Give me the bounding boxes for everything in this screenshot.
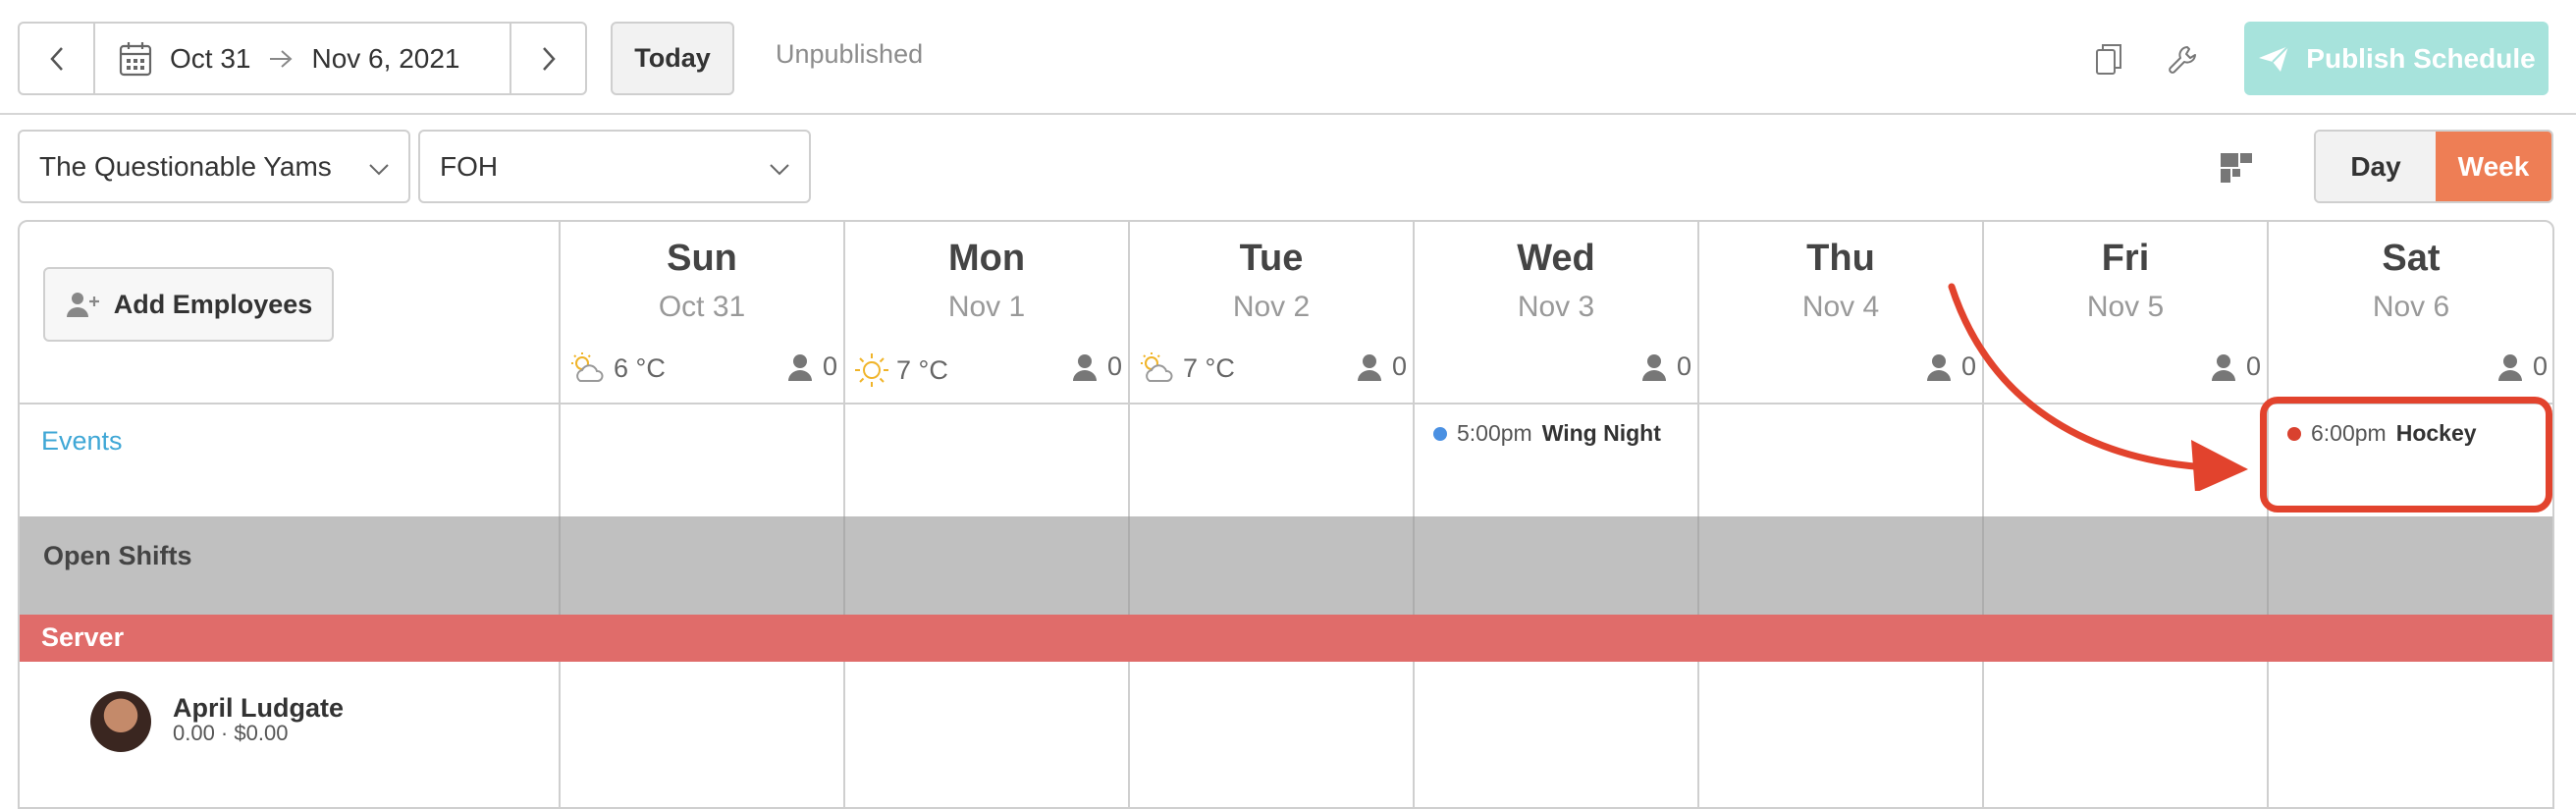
date-range-display[interactable]: Oct 31 Nov 6, 2021 — [95, 24, 510, 93]
events-link[interactable]: Events — [41, 426, 123, 457]
toolbar-divider — [0, 113, 2576, 115]
day-name: Sat — [2382, 238, 2441, 279]
publish-status: Unpublished — [776, 39, 924, 69]
person-icon — [787, 353, 812, 381]
day-header-mon[interactable]: Mon Nov 1 7 °C 0 — [845, 222, 1128, 401]
column-divider — [1413, 516, 1415, 615]
publish-schedule-button[interactable]: Publish Schedule — [2244, 22, 2549, 95]
day-date: Nov 6 — [2372, 291, 2450, 323]
day-name: Thu — [1806, 238, 1875, 279]
layout-toggle-button[interactable] — [2221, 153, 2252, 185]
day-header-sat[interactable]: Sat Nov 6 0 — [2269, 222, 2552, 401]
annotation-highlight-box — [2260, 397, 2552, 512]
copy-icon — [2096, 44, 2121, 75]
add-employees-label: Add Employees — [113, 289, 313, 319]
event-wing-night[interactable]: 5:00pm Wing Night — [1433, 420, 1661, 447]
person-icon — [1072, 353, 1097, 381]
add-user-icon — [66, 293, 99, 317]
annotation-arrow — [1948, 283, 2248, 491]
staff-count: 0 — [1641, 351, 1691, 382]
staff-count: 0 — [787, 351, 837, 382]
event-title: Wing Night — [1541, 420, 1661, 446]
chevron-right-icon — [542, 46, 556, 71]
staff-count-value: 0 — [822, 351, 837, 381]
column-divider — [843, 516, 845, 615]
day-date: Nov 3 — [1517, 291, 1595, 323]
end-date: Nov 6, 2021 — [311, 42, 460, 74]
chevron-left-icon — [49, 46, 63, 71]
role-header-server — [20, 615, 2552, 662]
employee-name[interactable]: April Ludgate — [173, 693, 344, 724]
view-toggle: Day Week — [2314, 130, 2553, 203]
location-value: The Questionable Yams — [39, 150, 332, 182]
week-view-button[interactable]: Week — [2436, 132, 2551, 201]
today-button[interactable]: Today — [611, 22, 734, 95]
open-shifts-label: Open Shifts — [43, 541, 192, 570]
day-name: Tue — [1239, 238, 1304, 279]
open-shifts-row[interactable] — [20, 516, 2552, 615]
person-icon — [1357, 353, 1381, 381]
day-header-tue[interactable]: Tue Nov 2 7 °C 0 — [1130, 222, 1413, 401]
temperature: 7 °C — [1183, 352, 1235, 383]
staff-count-value: 0 — [1676, 351, 1691, 381]
staff-count: 0 — [2497, 351, 2548, 382]
day-name: Sun — [667, 238, 737, 279]
partly-cloudy-icon — [571, 352, 604, 382]
column-divider — [1697, 516, 1699, 615]
column-divider — [1982, 516, 1984, 615]
staff-count: 0 — [1072, 351, 1122, 382]
day-header-sun[interactable]: Sun Oct 31 6 °C 0 — [561, 222, 843, 401]
day-name: Mon — [947, 238, 1026, 279]
column-divider — [559, 516, 561, 615]
day-view-button[interactable]: Day — [2316, 132, 2436, 201]
weather: 7 °C — [1138, 351, 1235, 385]
temperature: 6 °C — [614, 352, 666, 383]
start-date: Oct 31 — [170, 42, 251, 74]
copy-schedule-button[interactable] — [2087, 37, 2130, 81]
arrow-right-icon — [270, 49, 293, 68]
column-divider — [2267, 516, 2269, 615]
location-select[interactable]: The Questionable Yams — [18, 130, 410, 203]
next-week-button[interactable] — [510, 24, 585, 93]
day-date: Oct 31 — [658, 291, 746, 323]
day-date: Nov 2 — [1232, 291, 1311, 323]
day-header-wed[interactable]: Wed Nov 3 0 — [1415, 222, 1697, 401]
column-divider — [1128, 516, 1130, 615]
day-date: Nov 1 — [947, 291, 1026, 323]
person-icon — [2497, 353, 2522, 381]
chevron-down-icon — [770, 164, 789, 176]
previous-week-button[interactable] — [20, 24, 95, 93]
staff-count: 0 — [1357, 351, 1407, 382]
chevron-down-icon — [369, 164, 389, 176]
temperature: 7 °C — [896, 354, 948, 385]
partly-cloudy-icon — [1141, 352, 1173, 382]
person-icon — [1641, 353, 1666, 381]
sunny-icon — [855, 353, 888, 387]
settings-button[interactable] — [2162, 37, 2205, 81]
department-value: FOH — [440, 150, 499, 182]
day-name: Wed — [1517, 238, 1595, 279]
publish-label: Publish Schedule — [2306, 42, 2536, 74]
add-employees-button[interactable]: Add Employees — [43, 267, 334, 342]
wrench-icon — [2169, 46, 2196, 74]
weather: 7 °C — [853, 351, 948, 389]
department-select[interactable]: FOH — [418, 130, 811, 203]
staff-count-value: 0 — [1106, 351, 1122, 381]
employee-hours-cost: 0.00 · $0.00 — [173, 721, 289, 745]
weather: 6 °C — [568, 351, 666, 385]
day-name: Fri — [2101, 238, 2150, 279]
event-dot — [1433, 426, 1447, 441]
event-time: 5:00pm — [1457, 420, 1532, 446]
date-range-picker: Oct 31 Nov 6, 2021 — [18, 22, 587, 95]
staff-count-value: 0 — [2532, 351, 2548, 381]
calendar-icon — [119, 41, 152, 76]
staff-count-value: 0 — [1391, 351, 1407, 381]
grid-layout-icon — [2221, 153, 2252, 183]
paper-plane-icon — [2259, 44, 2290, 72]
role-label: Server — [41, 622, 125, 652]
avatar[interactable] — [90, 691, 151, 752]
